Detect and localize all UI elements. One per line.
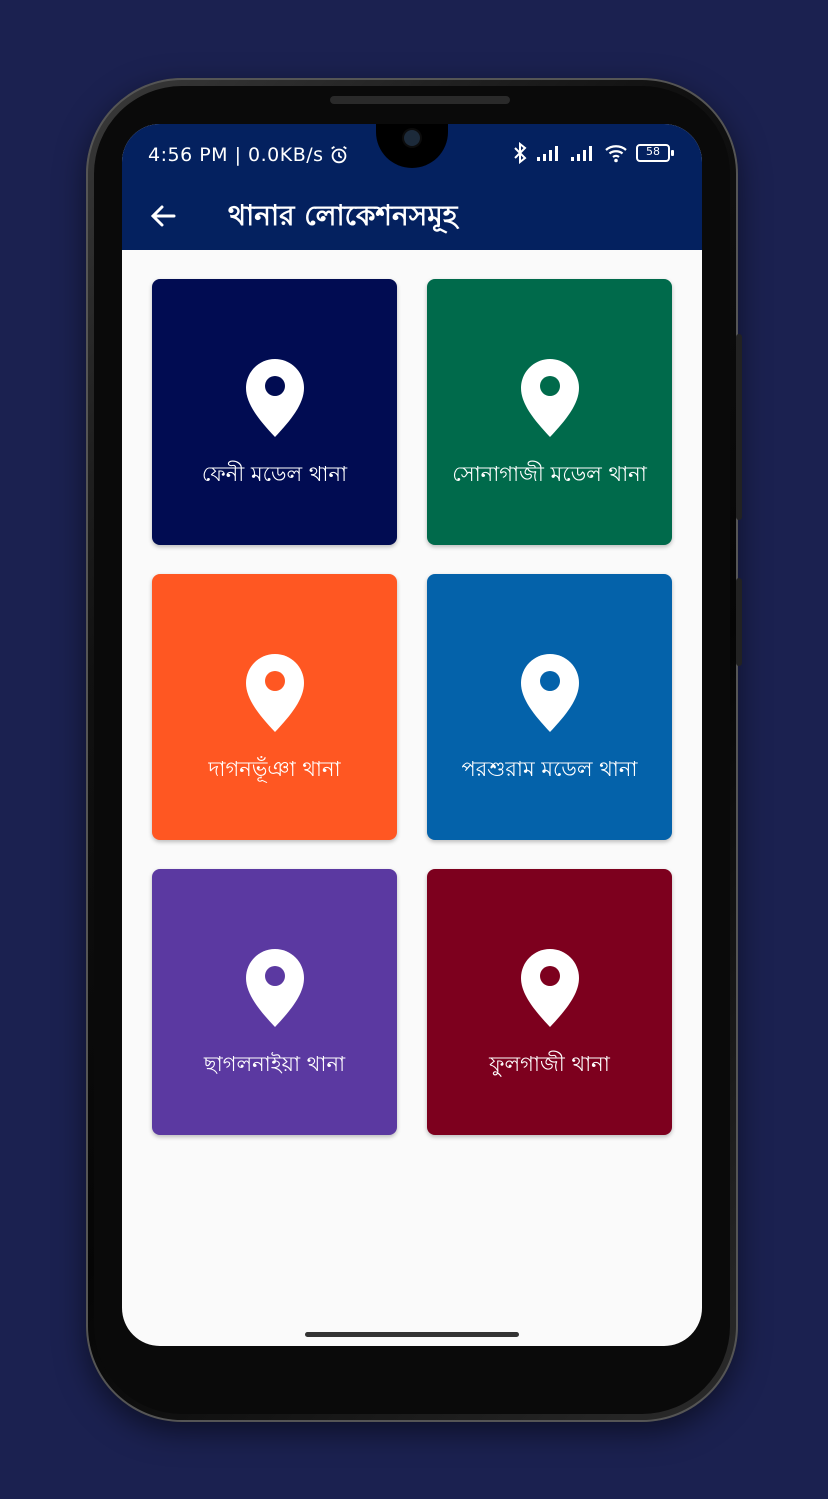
home-indicator[interactable] (305, 1332, 519, 1337)
thana-card-label: ছাগলনাইয়া থানা (203, 1052, 346, 1076)
map-pin-icon (244, 652, 306, 734)
status-bar: 4:56 PM | 0.0KB/s 58 (122, 124, 702, 184)
page-title: থানার লোকেশনসমূহ (228, 199, 458, 232)
battery-icon: 58 (636, 144, 674, 162)
app-bar: থানার লোকেশনসমূহ (122, 184, 702, 250)
signal-icon (537, 146, 558, 161)
arrow-left-icon (150, 205, 176, 227)
power-button (736, 578, 742, 666)
front-camera (404, 130, 420, 146)
map-pin-icon (519, 357, 581, 439)
status-right: 58 (512, 142, 674, 164)
thana-card-label: ফেনী মডেল থানা (201, 462, 348, 486)
status-time: 4:56 PM | 0.0KB/s (148, 144, 324, 166)
thana-card[interactable]: পরশুরাম মডেল থানা (427, 574, 672, 840)
battery-level: 58 (646, 145, 660, 158)
signal-icon-2 (571, 146, 592, 161)
map-pin-icon (244, 947, 306, 1029)
volume-button (736, 334, 742, 520)
map-pin-icon (244, 357, 306, 439)
thana-card-label: পরশুরাম মডেল থানা (461, 757, 638, 781)
thana-card[interactable]: দাগনভূঁঞা থানা (152, 574, 397, 840)
back-button[interactable] (148, 198, 178, 234)
wifi-icon (605, 145, 627, 163)
thana-card-label: দাগনভূঁঞা থানা (208, 757, 341, 781)
thana-card-label: সোনাগাজী মডেল থানা (452, 462, 647, 486)
thana-card-label: ফুলগাজী থানা (489, 1052, 610, 1076)
speaker-slot (330, 96, 510, 104)
status-left: 4:56 PM | 0.0KB/s (148, 144, 350, 166)
camera-notch (376, 124, 448, 168)
bluetooth-icon (514, 142, 527, 164)
thana-card[interactable]: সোনাগাজী মডেল থানা (427, 279, 672, 545)
map-pin-icon (519, 652, 581, 734)
app-screen: 4:56 PM | 0.0KB/s 58 থানার লোকেশনসমূহ ফে… (122, 124, 702, 1346)
map-pin-icon (519, 947, 581, 1029)
thana-card[interactable]: ছাগলনাইয়া থানা (152, 869, 397, 1135)
thana-card[interactable]: ফুলগাজী থানা (427, 869, 672, 1135)
thana-card[interactable]: ফেনী মডেল থানা (152, 279, 397, 545)
alarm-icon (330, 145, 347, 164)
